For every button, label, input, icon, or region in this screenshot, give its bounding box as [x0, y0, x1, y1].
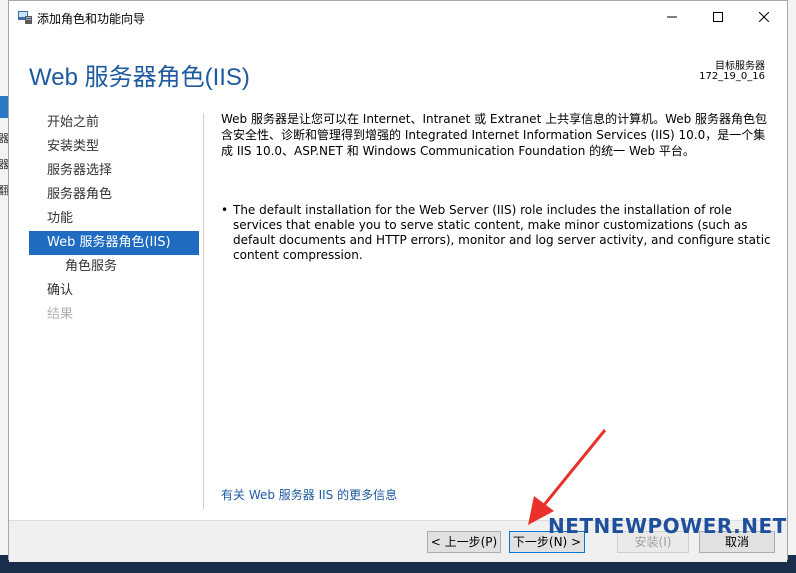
watermark: NETNEWPOWER.NET — [548, 514, 787, 538]
annotation-arrow-icon — [528, 429, 607, 525]
